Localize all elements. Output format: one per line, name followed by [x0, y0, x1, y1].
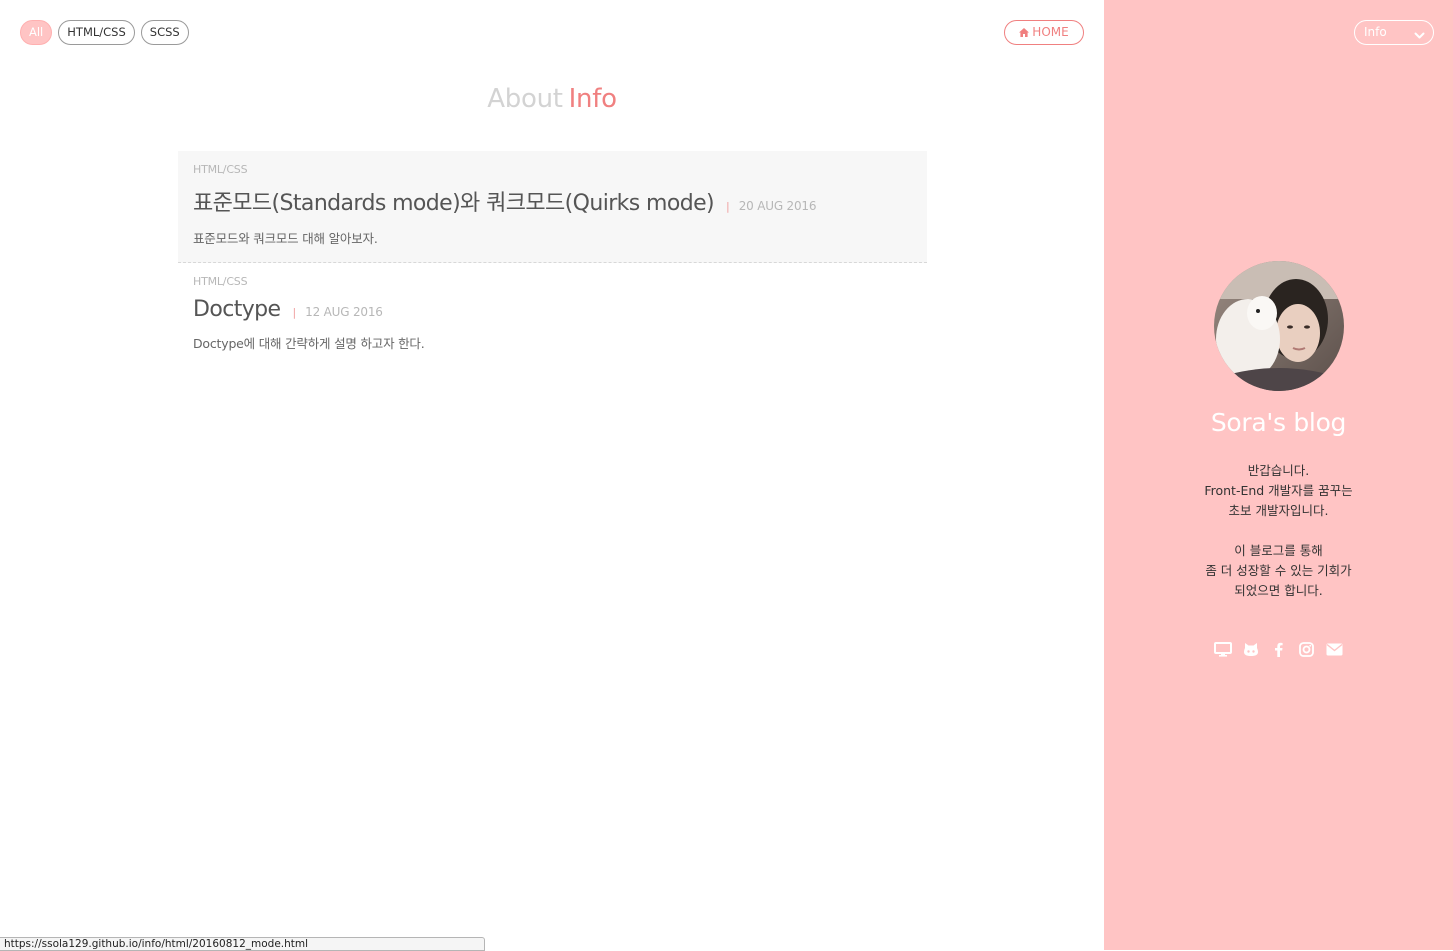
chevron-down-icon — [1414, 26, 1425, 49]
post-description: 표준모드와 쿼크모드 대해 알아보자. — [193, 231, 378, 246]
bio-line: 되었으면 합니다. — [1234, 583, 1323, 598]
post-title-link[interactable]: Doctype — [193, 297, 281, 322]
avatar — [1214, 261, 1344, 391]
category-select-value: Info — [1364, 25, 1387, 39]
bio-line: 이 블로그를 통해 — [1234, 543, 1323, 558]
page-title-category: Info — [568, 84, 617, 114]
blog-title: Sora's blog — [1210, 408, 1347, 437]
desktop-icon[interactable] — [1213, 641, 1232, 657]
post-date: 20 AUG 2016 — [738, 199, 817, 213]
social-links — [1104, 641, 1453, 657]
post-title-link[interactable]: 표준모드(Standards mode)와 쿼크모드(Quirks mode) — [193, 185, 715, 217]
instagram-icon[interactable] — [1298, 641, 1316, 657]
github-icon[interactable] — [1242, 641, 1260, 657]
category-filter-bar: All HTML/CSS SCSS — [20, 20, 189, 45]
profile-sidebar: Info Sora's blog 반갑습니다. Front-End 개발자를 꿈… — [1104, 0, 1453, 950]
blog-bio: 반갑습니다. Front-End 개발자를 꿈꾸는 초보 개발자입니다. 이 블… — [1104, 461, 1453, 601]
bio-line: 좀 더 성장할 수 있는 기회가 — [1205, 563, 1352, 578]
bio-line: 반갑습니다. — [1247, 463, 1310, 478]
bio-line: 초보 개발자입니다. — [1228, 503, 1329, 518]
home-button-label: HOME — [1032, 25, 1069, 39]
post-separator: | — [726, 200, 730, 213]
envelope-icon[interactable] — [1326, 641, 1344, 657]
browser-status-url: https://ssola129.github.io/info/html/201… — [0, 937, 485, 951]
page-title: About Info — [0, 84, 1104, 114]
post-separator: | — [292, 306, 297, 319]
category-select[interactable]: Info — [1354, 20, 1434, 45]
post-category: HTML/CSS — [193, 163, 248, 176]
post-description: Doctype에 대해 간략하게 설명 하고자 한다. — [193, 336, 425, 351]
post-date: 12 AUG 2016 — [305, 305, 383, 319]
post-item-quirks-mode[interactable]: HTML/CSS 표준모드(Standards mode)와 쿼크모드(Quir… — [178, 151, 927, 263]
post-list: HTML/CSS 표준모드(Standards mode)와 쿼크모드(Quir… — [178, 151, 927, 375]
post-title-line: Doctype | 12 AUG 2016 — [193, 297, 912, 322]
post-category: HTML/CSS — [193, 275, 248, 288]
facebook-icon[interactable] — [1270, 641, 1288, 657]
main-content: All HTML/CSS SCSS HOME About Info HTML/CS… — [0, 0, 1104, 951]
filter-chip-html-css[interactable]: HTML/CSS — [58, 20, 135, 45]
bio-line: Front-End 개발자를 꿈꾸는 — [1204, 483, 1353, 498]
page-title-prefix: About — [487, 84, 563, 114]
filter-chip-scss[interactable]: SCSS — [140, 20, 189, 45]
bio-spacer — [1104, 521, 1453, 541]
home-icon — [1019, 22, 1030, 45]
post-item-doctype[interactable]: HTML/CSS Doctype | 12 AUG 2016 Doctype에 … — [178, 263, 927, 375]
post-title-line: 표준모드(Standards mode)와 쿼크모드(Quirks mode) … — [193, 185, 912, 217]
filter-chip-all[interactable]: All — [20, 20, 53, 45]
home-button[interactable]: HOME — [1004, 20, 1084, 45]
